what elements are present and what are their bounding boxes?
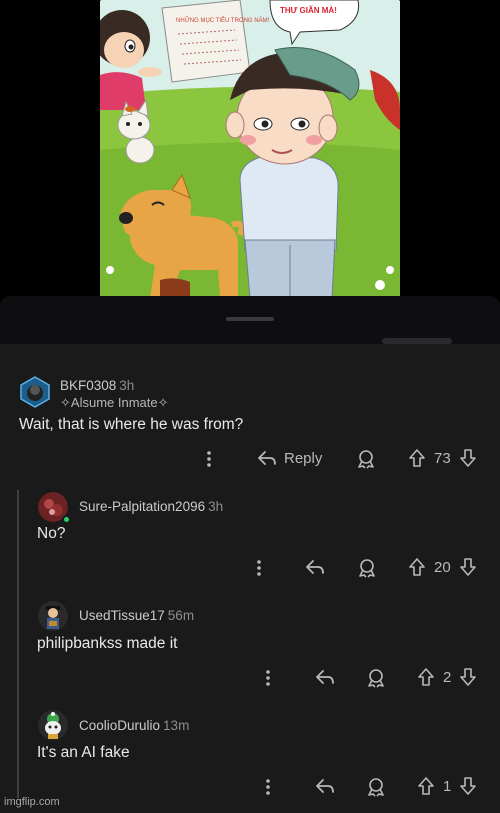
comment-username[interactable]: UsedTissue17 56m bbox=[79, 608, 194, 623]
vote-score: 2 bbox=[443, 668, 452, 686]
award-button[interactable] bbox=[356, 449, 376, 469]
more-options-button[interactable] bbox=[264, 778, 272, 796]
reply-button[interactable] bbox=[315, 777, 335, 795]
vote-score: 73 bbox=[434, 449, 451, 467]
award-icon bbox=[359, 559, 375, 578]
vote-controls: 1 bbox=[417, 776, 477, 796]
vote-controls: 2 bbox=[417, 667, 477, 687]
upvote-icon[interactable] bbox=[417, 776, 435, 796]
comments-sheet bbox=[0, 296, 500, 813]
more-options-button[interactable] bbox=[205, 450, 213, 468]
award-button[interactable] bbox=[366, 777, 386, 797]
more-vertical-icon bbox=[266, 670, 270, 686]
bubble-text: THƯ GIÃN MÀ! bbox=[280, 6, 337, 15]
comment-username[interactable]: CoolioDurulio 13m bbox=[79, 718, 189, 733]
drag-handle[interactable] bbox=[226, 317, 274, 321]
reply-arrow-icon bbox=[306, 560, 324, 574]
vote-controls: 73 bbox=[408, 448, 477, 468]
reply-label[interactable]: Reply bbox=[284, 450, 322, 467]
username-text[interactable]: CoolioDurulio bbox=[79, 718, 160, 733]
avatar[interactable] bbox=[38, 601, 68, 631]
downvote-icon[interactable] bbox=[459, 557, 477, 577]
comment-time: 13m bbox=[163, 718, 190, 733]
award-icon bbox=[358, 450, 374, 469]
vote-score: 1 bbox=[443, 777, 452, 795]
comment-username[interactable]: BKF0308 3h bbox=[60, 378, 134, 393]
downvote-icon[interactable] bbox=[459, 667, 477, 687]
downvote-icon[interactable] bbox=[459, 776, 477, 796]
comment-body: philipbankss made it bbox=[37, 635, 178, 652]
comment-time: 3h bbox=[208, 499, 224, 514]
username-text[interactable]: UsedTissue17 bbox=[79, 608, 165, 623]
reply-arrow-icon bbox=[258, 451, 276, 465]
upvote-icon[interactable] bbox=[417, 667, 435, 687]
upvote-icon[interactable] bbox=[408, 557, 426, 577]
username-text[interactable]: Sure-Palpitation2096 bbox=[79, 499, 205, 514]
comment-body: Wait, that is where he was from? bbox=[19, 416, 244, 433]
avatar[interactable] bbox=[38, 710, 68, 740]
award-button[interactable] bbox=[366, 668, 386, 688]
cartoon-illustration: NHỮNG MỤC TIÊU TRONG NĂM! THƯ GIÃN MÀ! bbox=[100, 0, 400, 298]
comment-body: No? bbox=[37, 525, 66, 542]
upvote-icon[interactable] bbox=[408, 448, 426, 468]
avatar[interactable] bbox=[18, 375, 52, 409]
more-options-button[interactable] bbox=[264, 669, 272, 687]
reply-arrow-icon bbox=[316, 670, 334, 684]
more-vertical-icon bbox=[266, 779, 270, 795]
avatar-snoo-icon bbox=[38, 601, 68, 631]
thread-line[interactable] bbox=[17, 490, 19, 798]
sheet-header bbox=[0, 296, 500, 344]
reply-button[interactable] bbox=[305, 558, 325, 576]
award-icon bbox=[368, 669, 384, 688]
reply-button[interactable]: Reply bbox=[257, 449, 322, 467]
avatar-snoo-icon bbox=[38, 710, 68, 740]
comment-username[interactable]: Sure-Palpitation2096 3h bbox=[79, 499, 223, 514]
reply-arrow-icon bbox=[316, 779, 334, 793]
post-image-area: NHỮNG MỤC TIÊU TRONG NĂM! THƯ GIÃN MÀ! bbox=[0, 0, 500, 300]
comment-body: It's an AI fake bbox=[37, 744, 130, 761]
avatar-hexagon-icon bbox=[18, 375, 52, 409]
reply-button[interactable] bbox=[315, 668, 335, 686]
user-flair: ✧Alsume Inmate✧ bbox=[60, 395, 169, 411]
vote-controls: 20 bbox=[408, 557, 477, 577]
downvote-icon[interactable] bbox=[459, 448, 477, 468]
comment-thread bbox=[0, 344, 500, 813]
vote-score: 20 bbox=[434, 558, 451, 576]
flair-icon: ✧ bbox=[60, 395, 71, 410]
flair-text: Alsume Inmate bbox=[70, 395, 158, 410]
more-vertical-icon bbox=[257, 560, 261, 576]
award-button[interactable] bbox=[357, 558, 377, 578]
post-image[interactable]: NHỮNG MỤC TIÊU TRONG NĂM! THƯ GIÃN MÀ! bbox=[100, 0, 400, 298]
sign-title: NHỮNG MỤC TIÊU TRONG NĂM! bbox=[176, 16, 270, 24]
watermark: imgflip.com bbox=[4, 796, 60, 808]
flair-icon: ✧ bbox=[157, 395, 169, 410]
more-options-button[interactable] bbox=[255, 559, 263, 577]
comment-time: 3h bbox=[119, 378, 135, 393]
award-icon bbox=[368, 778, 384, 797]
more-vertical-icon bbox=[207, 451, 211, 467]
online-status-dot bbox=[62, 515, 71, 524]
comment-time: 56m bbox=[167, 608, 195, 623]
username-text[interactable]: BKF0308 bbox=[60, 378, 116, 393]
